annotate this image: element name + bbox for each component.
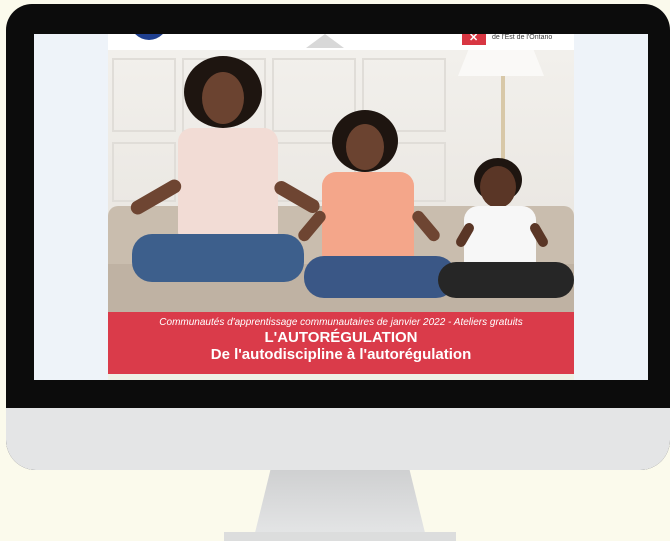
banner-subtitle: Communautés d'apprentissage communautair…	[159, 317, 523, 328]
banner-title-box: Communautés d'apprentissage communautair…	[108, 312, 574, 374]
monitor-chin	[6, 408, 670, 470]
organization-name: de l'Est de l'Ontario	[492, 34, 553, 41]
family-meditation-photo	[108, 50, 574, 312]
logo-strip: ✕ de l'Est de l'Ontario	[108, 34, 574, 50]
banner-title: L'AUTORÉGULATION	[264, 329, 418, 346]
red-flag-logo-icon: ✕	[462, 34, 486, 45]
triangle-logo-icon	[306, 34, 344, 48]
circle-logo-icon	[130, 34, 168, 40]
promo-banner[interactable]: ✕ de l'Est de l'Ontario Communautés d'ap…	[108, 34, 574, 380]
monitor-frame: ✕ de l'Est de l'Ontario Communautés d'ap…	[6, 4, 670, 470]
monitor-screen: ✕ de l'Est de l'Ontario Communautés d'ap…	[34, 34, 648, 380]
floor-lamp	[458, 50, 544, 76]
monitor-stand	[253, 470, 427, 541]
monitor-stand-base	[224, 532, 456, 541]
banner-title-sub: De l'autodiscipline à l'autorégulation	[210, 346, 472, 363]
